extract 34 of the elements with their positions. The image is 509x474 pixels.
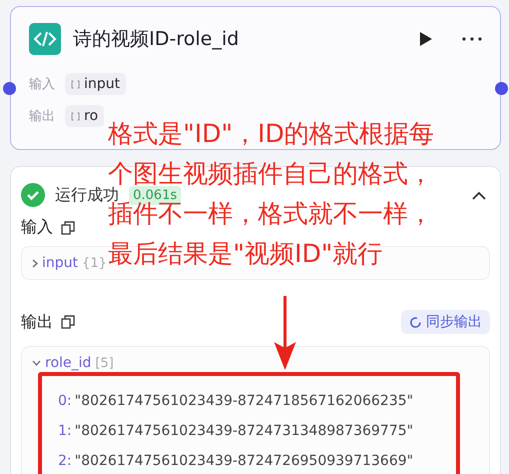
param-label: 输入: [29, 76, 55, 93]
annotation-text: 格式是"ID"，ID的格式根据每: [108, 120, 434, 148]
item-value: "80261747561023439-8724726950939713669": [74, 452, 414, 471]
more-icon[interactable]: [462, 37, 482, 41]
type-icon: [71, 80, 80, 88]
play-icon[interactable]: [420, 32, 432, 46]
annotation-text: 最后结果是"视频ID"就行: [108, 240, 383, 268]
item-value: "80261747561023439-8724731348987369775": [74, 422, 414, 441]
param-label: 输出: [29, 108, 55, 125]
item-index: 1:: [58, 422, 72, 441]
item-value: "80261747561023439-8724718567162066235": [74, 392, 414, 411]
item-count: [5]: [95, 356, 114, 370]
item-index: 2:: [58, 452, 72, 471]
output-port[interactable]: [495, 82, 508, 95]
param-tag: ro: [65, 105, 104, 127]
copy-icon[interactable]: [61, 220, 75, 234]
sync-output-button[interactable]: 同步输出: [401, 310, 490, 334]
item-index: 0:: [58, 392, 72, 411]
collapse-icon[interactable]: [472, 190, 486, 200]
chevron-right-icon[interactable]: [32, 258, 38, 268]
section-label: 输出: [21, 312, 53, 332]
success-icon: [21, 183, 45, 207]
copy-icon[interactable]: [61, 315, 75, 329]
chevron-down-icon[interactable]: [32, 360, 41, 366]
code-icon: [29, 23, 61, 55]
item-count: {1}: [82, 256, 107, 270]
input-port[interactable]: [3, 82, 16, 95]
json-key[interactable]: input: [42, 255, 78, 271]
node-title: 诗的视频ID-role_id: [73, 27, 240, 52]
param-tag: input: [65, 73, 126, 95]
json-key[interactable]: role_id: [45, 355, 92, 371]
sync-icon: [409, 316, 422, 328]
section-label: 输入: [21, 217, 53, 238]
type-icon: [71, 112, 80, 120]
